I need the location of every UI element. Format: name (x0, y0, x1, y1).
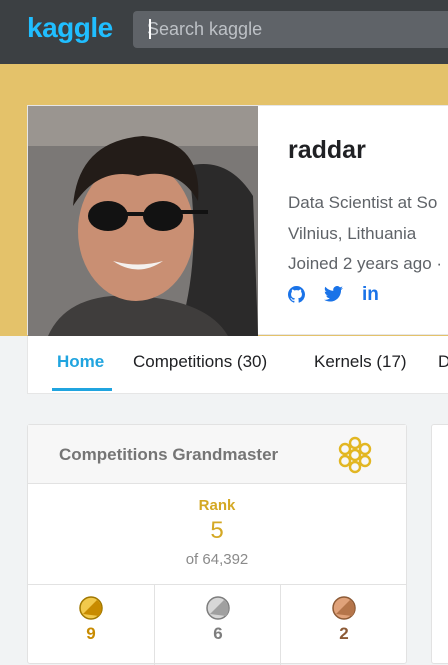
top-navigation-bar: kaggle (0, 0, 448, 64)
rank-value: 5 (210, 517, 224, 544)
tab-competitions[interactable]: Competitions (30) (133, 352, 267, 372)
avatar-photo (28, 106, 258, 336)
github-icon[interactable] (288, 286, 306, 308)
gold-medal-count: 9 (86, 624, 96, 643)
profile-tabs: Home Competitions (30) Kernels (17) D (27, 336, 448, 394)
active-tab-indicator (52, 388, 112, 391)
silver-medal-count: 6 (213, 624, 223, 643)
gold-medal-icon (79, 596, 103, 620)
profile-joined: Joined 2 years ago · (288, 254, 443, 273)
bronze-medal-icon (332, 596, 356, 620)
tier-header: Competitions Grandmaster (28, 425, 406, 484)
profile-card: raddar Data Scientist at So Vilnius, Lit… (27, 105, 448, 336)
search-box[interactable] (133, 11, 448, 48)
tab-home[interactable]: Home (57, 352, 104, 372)
tab-kernels[interactable]: Kernels (17) (314, 352, 407, 372)
rank-label: Rank (198, 497, 236, 514)
search-input[interactable] (147, 11, 447, 48)
bronze-medal: 2 (280, 585, 406, 665)
tab-datasets[interactable]: D (438, 352, 448, 372)
tier-title: Competitions Grandmaster (59, 445, 279, 464)
profile-occupation: Data Scientist at So (288, 193, 438, 212)
avatar (28, 106, 258, 336)
grandmaster-icon (335, 435, 375, 480)
rank-total: of 64,392 (185, 551, 249, 568)
bronze-medal-count: 2 (339, 624, 349, 643)
twitter-icon[interactable] (324, 286, 343, 307)
competitions-tier-card: Competitions Grandmaster Rank 5 of 64,39… (27, 424, 407, 665)
linkedin-icon[interactable]: in (362, 284, 379, 306)
silver-medal-icon (206, 596, 230, 620)
text-caret (149, 19, 151, 39)
medal-counts: 9 6 2 (28, 584, 406, 665)
profile-location: Vilnius, Lithuania (288, 224, 417, 243)
gold-medal: 9 (28, 585, 154, 665)
silver-medal: 6 (154, 585, 280, 665)
profile-username: raddar (288, 136, 366, 164)
kernels-tier-card (431, 424, 448, 664)
kaggle-logo[interactable]: kaggle (27, 12, 113, 44)
